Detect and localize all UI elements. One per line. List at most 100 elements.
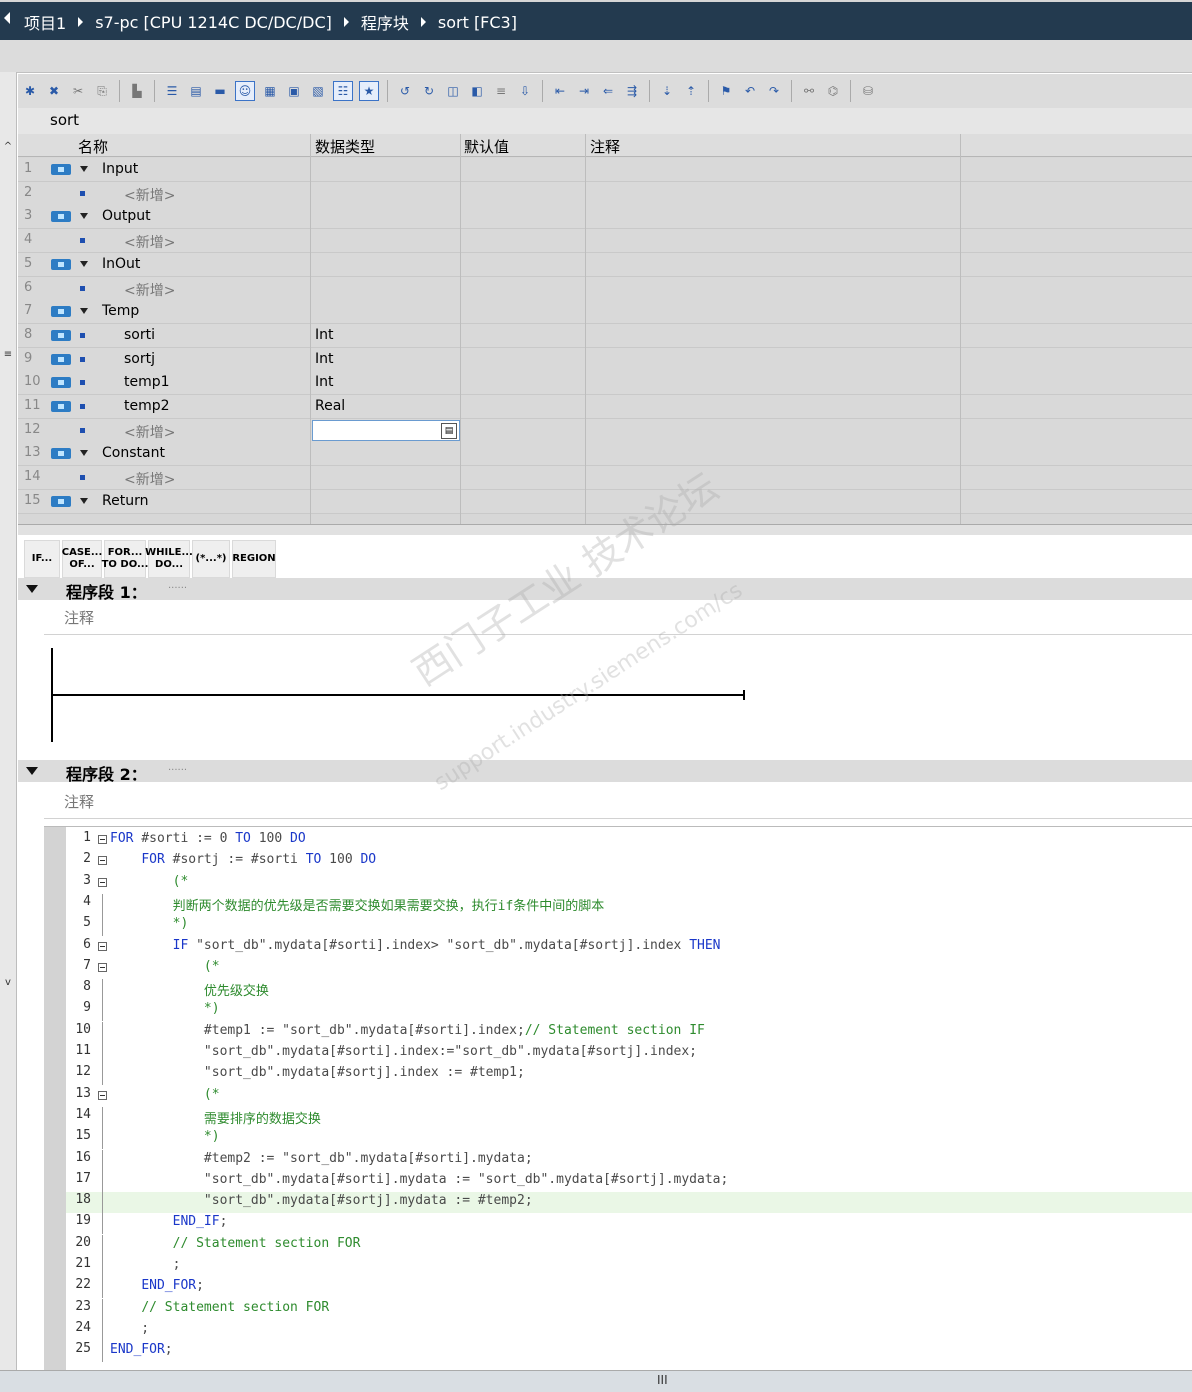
fold-toggle-icon[interactable] — [98, 877, 107, 887]
jump-forward-icon[interactable]: ↷ — [765, 82, 783, 100]
code-line[interactable]: 3 (* — [66, 873, 1192, 894]
indent-left-icon[interactable]: ⇤ — [551, 82, 569, 100]
col-default-header[interactable]: 默认值 — [464, 136, 509, 157]
jump-back-icon[interactable]: ↶ — [741, 82, 759, 100]
table-row[interactable]: 14 <新增> — [18, 466, 1192, 491]
view-icon[interactable]: ▤ — [187, 82, 205, 100]
code-line[interactable]: 14 需要排序的数据交换 — [66, 1106, 1192, 1128]
code-line[interactable]: 4 判断两个数据的优先级是否需要交换如果需要交换，执行if条件中间的脚本 — [66, 893, 1192, 915]
horizontal-scrollbar[interactable]: III — [0, 1370, 1192, 1392]
code-line[interactable]: 9 *) — [66, 1000, 1192, 1022]
code-line[interactable]: 15 *) — [66, 1128, 1192, 1150]
table-row[interactable]: 7 Temp — [18, 300, 1192, 325]
parameter-name[interactable]: sortj — [124, 351, 155, 367]
parameter-datatype[interactable]: Int — [315, 374, 334, 390]
breadcrumb-item[interactable]: s7-pc [CPU 1214C DC/DC/DC] — [95, 13, 332, 32]
expand-icon[interactable]: ▣ — [285, 82, 303, 100]
scroll-down-icon[interactable]: v — [2, 976, 14, 990]
download-icon[interactable]: ⇩ — [516, 82, 534, 100]
fold-toggle-icon[interactable] — [98, 856, 107, 866]
network-1-comment[interactable]: 注释 — [44, 602, 1192, 635]
scl-code-editor[interactable]: 1 FOR #sorti := 0 TO 100 DO 2 FOR #sortj :… — [44, 826, 1192, 1371]
scroll-up-icon[interactable]: ^ — [2, 140, 14, 154]
code-line[interactable]: 13 (* — [66, 1086, 1192, 1107]
col-datatype-header[interactable]: 数据类型 — [315, 136, 375, 157]
instruction-button[interactable]: REGION — [232, 540, 276, 578]
parameter-name[interactable]: <新增> — [124, 232, 175, 252]
collapse-arrow-icon[interactable] — [4, 12, 10, 24]
expand-triangle-icon[interactable] — [80, 260, 88, 267]
block-icon[interactable]: ▬ — [211, 82, 229, 100]
insert-network-icon[interactable]: ▦ — [261, 82, 279, 100]
expand-triangle-icon[interactable] — [80, 308, 88, 315]
datatype-dropdown-icon[interactable]: ▤ — [441, 422, 457, 439]
table-row[interactable]: 9 sortj Int — [18, 347, 1192, 372]
copy-icon[interactable]: ⎘ — [93, 82, 111, 100]
instruction-button[interactable]: (*...*) — [192, 540, 230, 578]
col-comment-header[interactable]: 注释 — [590, 136, 620, 157]
code-line[interactable]: 7 (* — [66, 958, 1192, 979]
cut-icon[interactable]: ✂ — [69, 82, 87, 100]
code-line[interactable]: 21 ; — [66, 1256, 1192, 1277]
network-1-header[interactable]: 程序段 1： ...... — [18, 578, 1192, 602]
instruction-button[interactable]: FOR... TO DO... — [102, 540, 148, 578]
fold-toggle-icon[interactable] — [98, 941, 107, 951]
expand-triangle-icon[interactable] — [80, 497, 88, 504]
code-line[interactable]: 2 FOR #sortj := #sorti TO 100 DO — [66, 851, 1192, 872]
bookmark-icon[interactable]: ⇶ — [623, 82, 641, 100]
expand-triangle-icon[interactable] — [80, 450, 88, 457]
parameter-name[interactable]: <新增> — [124, 469, 175, 489]
code-line[interactable]: 1 FOR #sorti := 0 TO 100 DO — [66, 830, 1192, 851]
table-row[interactable]: 5 InOut — [18, 252, 1192, 277]
parameter-name[interactable]: sorti — [124, 327, 155, 343]
parameter-name[interactable]: temp1 — [124, 374, 170, 390]
step-icon[interactable]: ◧ — [468, 82, 486, 100]
empty-rung[interactable] — [51, 694, 745, 696]
code-line[interactable]: 11 "sort_db".mydata[#sorti].index:="sort… — [66, 1043, 1192, 1064]
code-line[interactable]: 17 "sort_db".mydata[#sorti].mydata := "s… — [66, 1170, 1192, 1192]
table-row[interactable]: 3 Output — [18, 205, 1192, 230]
network-2-header[interactable]: 程序段 2： ...... — [18, 760, 1192, 784]
expand-triangle-icon[interactable] — [80, 166, 88, 172]
code-line[interactable]: 6 IF "sort_db".mydata[#sorti].index> "so… — [66, 937, 1192, 958]
scrollbar-grip[interactable]: III — [657, 1373, 668, 1387]
database-icon[interactable]: ⛁ — [859, 82, 877, 100]
instruction-button[interactable]: CASE... OF... — [62, 540, 102, 578]
expand-triangle-icon[interactable] — [80, 213, 88, 220]
goto-prev-icon[interactable]: ⇡ — [682, 82, 700, 100]
breakpoint-icon[interactable]: ◫ — [444, 82, 462, 100]
parameter-name[interactable]: Constant — [102, 445, 165, 461]
flag-icon[interactable]: ⚑ — [717, 82, 735, 100]
collapse-icon[interactable]: ▧ — [309, 82, 327, 100]
fold-toggle-icon[interactable] — [98, 835, 107, 844]
code-line[interactable]: 20 // Statement section FOR — [66, 1234, 1192, 1256]
parameter-name[interactable]: <新增> — [124, 422, 175, 442]
table-row[interactable]: 10 temp1 Int — [18, 371, 1192, 396]
code-line[interactable]: 16 #temp2 := "sort_db".mydata[#sorti].my… — [66, 1149, 1192, 1171]
datatype-input[interactable]: ▤ — [312, 419, 460, 441]
list-icon[interactable]: ☷ — [333, 81, 353, 101]
indent-right-icon[interactable]: ⇥ — [575, 82, 593, 100]
col-name-header[interactable]: 名称 — [78, 136, 108, 157]
table-row[interactable]: 4 <新增> — [18, 229, 1192, 254]
collapse-triangle-icon[interactable] — [26, 767, 38, 775]
table-row[interactable]: 1 Input — [18, 158, 1192, 182]
breadcrumb-item[interactable]: sort [FC3] — [438, 13, 517, 32]
table-row[interactable]: 11 temp2 Real — [18, 395, 1192, 419]
compare-icon[interactable]: ≡ — [492, 82, 510, 100]
breadcrumb-item[interactable]: 程序块 — [361, 10, 409, 34]
table-row[interactable]: 15 Return — [18, 489, 1192, 514]
instruction-button[interactable]: WHILE... DO... — [145, 540, 193, 578]
breadcrumb-item[interactable]: 项目1 — [24, 10, 66, 34]
table-row[interactable]: 13 Constant — [18, 442, 1192, 467]
parameter-datatype[interactable]: Real — [315, 398, 345, 414]
monitor-icon[interactable]: ↺ — [396, 82, 414, 100]
code-line[interactable]: 22 END_FOR; — [66, 1277, 1192, 1299]
table-row[interactable]: 2 <新增> — [18, 181, 1192, 206]
fold-toggle-icon[interactable] — [98, 1090, 107, 1100]
parameter-name[interactable]: Input — [102, 161, 138, 177]
code-line[interactable]: 5 *) — [66, 915, 1192, 937]
parameter-name[interactable]: Output — [102, 208, 151, 224]
fold-toggle-icon[interactable] — [98, 962, 107, 972]
outdent-icon[interactable]: ⇐ — [599, 82, 617, 100]
